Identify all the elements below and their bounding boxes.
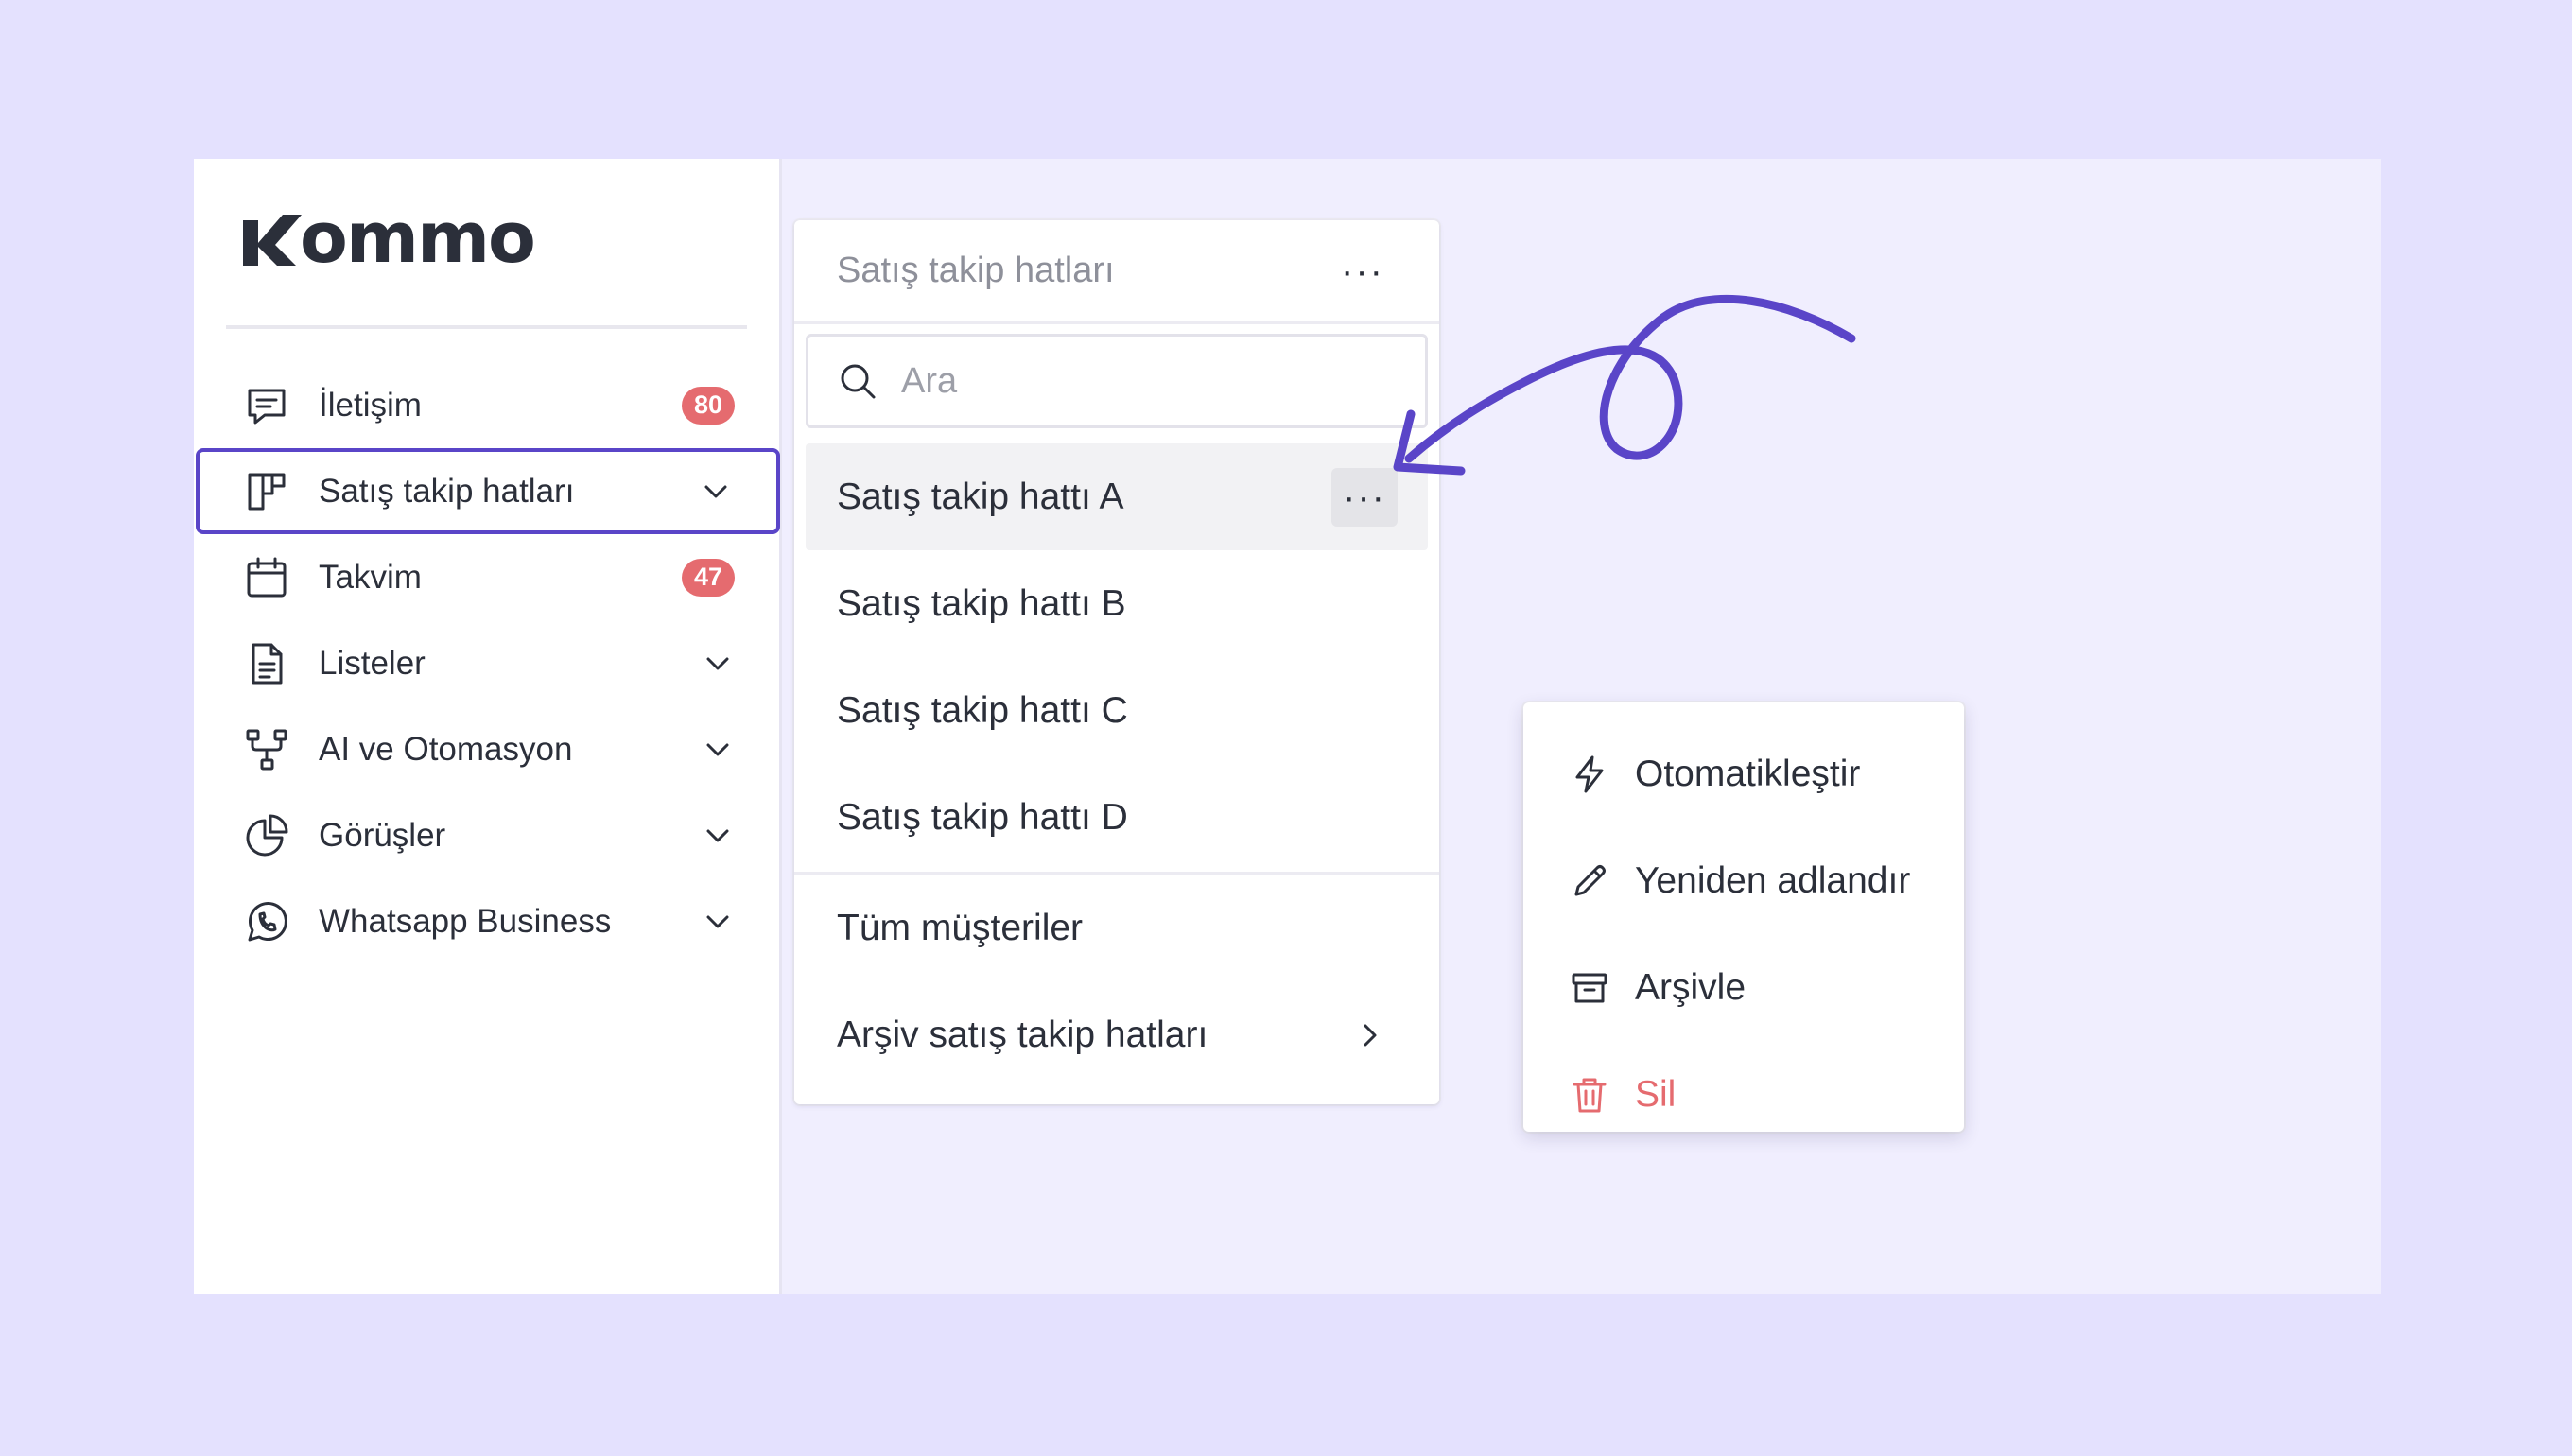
pipeline-item-b[interactable]: Satış takip hattı B	[794, 550, 1439, 657]
menu-item-rename[interactable]: Yeniden adlandır	[1523, 827, 1964, 934]
sidebar: ommo İletişim 80 Satış takip hatları Tak…	[194, 159, 782, 1294]
search-icon	[841, 364, 876, 399]
sidebar-item-iletisim[interactable]: İletişim 80	[194, 362, 782, 448]
sidebar-item-label: Görüşler	[319, 816, 446, 854]
pipeline-list: Satış takip hattı A ··· Satış takip hatt…	[794, 443, 1439, 1088]
unread-badge: 80	[682, 386, 735, 425]
sidebar-item-label: Satış takip hatları	[319, 472, 575, 510]
pipeline-search[interactable]	[806, 334, 1428, 428]
lightning-icon	[1575, 755, 1604, 792]
pipeline-label: Satış takip hattı B	[837, 582, 1126, 624]
app-window: ommo İletişim 80 Satış takip hatları Tak…	[194, 159, 2381, 1294]
panel-title: Satış takip hatları	[837, 251, 1115, 290]
document-icon	[243, 640, 290, 687]
sidebar-item-insights[interactable]: Görüşler	[194, 792, 782, 878]
panel-header: Satış takip hatları ···	[794, 220, 1439, 324]
pipeline-item-c[interactable]: Satış takip hattı C	[794, 657, 1439, 764]
menu-item-delete[interactable]: Sil	[1523, 1041, 1964, 1148]
kommo-logo[interactable]: ommo	[241, 198, 536, 279]
sidebar-item-ai-automation[interactable]: AI ve Otomasyon	[194, 706, 782, 792]
archived-pipelines-label: Arşiv satış takip hatları	[837, 1014, 1208, 1055]
chevron-down-icon[interactable]	[701, 647, 735, 681]
chevron-down-icon[interactable]	[701, 733, 735, 767]
pipeline-label: Satış takip hattı C	[837, 689, 1128, 731]
pipeline-item-d[interactable]: Satış takip hattı D	[794, 764, 1439, 871]
sidebar-divider	[226, 325, 747, 329]
pipeline-icon	[243, 468, 290, 515]
menu-item-label: Arşivle	[1635, 966, 1747, 1008]
calendar-icon	[243, 554, 290, 601]
sidebar-item-label: Listeler	[319, 644, 426, 682]
pipelines-panel: Satış takip hatları ··· Satış takip hatt…	[794, 220, 1439, 1104]
menu-item-automate[interactable]: Otomatikleştir	[1523, 720, 1964, 827]
chevron-down-icon[interactable]	[701, 819, 735, 853]
sidebar-item-calendar[interactable]: Takvim 47	[194, 534, 782, 620]
pencil-icon	[1574, 864, 1606, 895]
all-customers-label: Tüm müşteriler	[837, 907, 1084, 948]
whatsapp-icon	[243, 898, 290, 945]
trash-icon	[1573, 1078, 1607, 1112]
chevron-down-icon[interactable]	[701, 905, 735, 939]
sidebar-item-pipelines[interactable]: Satış takip hatları	[196, 448, 780, 534]
logo-text: ommo	[300, 198, 536, 279]
pipeline-label: Satış takip hattı D	[837, 796, 1128, 838]
archived-pipelines-item[interactable]: Arşiv satış takip hatları	[794, 981, 1439, 1088]
sidebar-item-label: İletişim	[319, 386, 422, 424]
search-input[interactable]	[899, 359, 1376, 403]
all-customers-item[interactable]: Tüm müşteriler	[794, 875, 1439, 981]
pipeline-label: Satış takip hattı A	[837, 476, 1124, 517]
menu-item-label: Yeniden adlandır	[1635, 859, 1911, 901]
archive-icon	[1572, 973, 1608, 1002]
pipeline-context-menu: Otomatikleştir Yeniden adlandır Arşivle …	[1523, 702, 1964, 1132]
panel-more-button[interactable]: ···	[1341, 252, 1384, 290]
sidebar-item-label: Takvim	[319, 558, 422, 596]
sidebar-item-whatsapp[interactable]: Whatsapp Business	[194, 878, 782, 964]
kommo-k-icon	[243, 215, 302, 266]
automation-icon	[243, 726, 290, 773]
menu-item-label: Otomatikleştir	[1635, 753, 1861, 794]
chevron-down-icon[interactable]	[699, 475, 733, 509]
sidebar-item-lists[interactable]: Listeler	[194, 620, 782, 706]
sidebar-item-label: AI ve Otomasyon	[319, 730, 573, 768]
sidebar-nav: İletişim 80 Satış takip hatları Takvim 4…	[194, 362, 782, 964]
menu-item-label: Sil	[1635, 1073, 1677, 1115]
pie-chart-icon	[243, 812, 290, 859]
pipeline-item-a[interactable]: Satış takip hattı A ···	[806, 443, 1428, 550]
events-badge: 47	[682, 558, 735, 597]
chat-icon	[243, 382, 290, 429]
menu-item-archive[interactable]: Arşivle	[1523, 934, 1964, 1041]
pipeline-more-button[interactable]: ···	[1331, 467, 1398, 527]
chevron-right-icon	[1364, 1024, 1377, 1046]
sidebar-item-label: Whatsapp Business	[319, 902, 612, 940]
